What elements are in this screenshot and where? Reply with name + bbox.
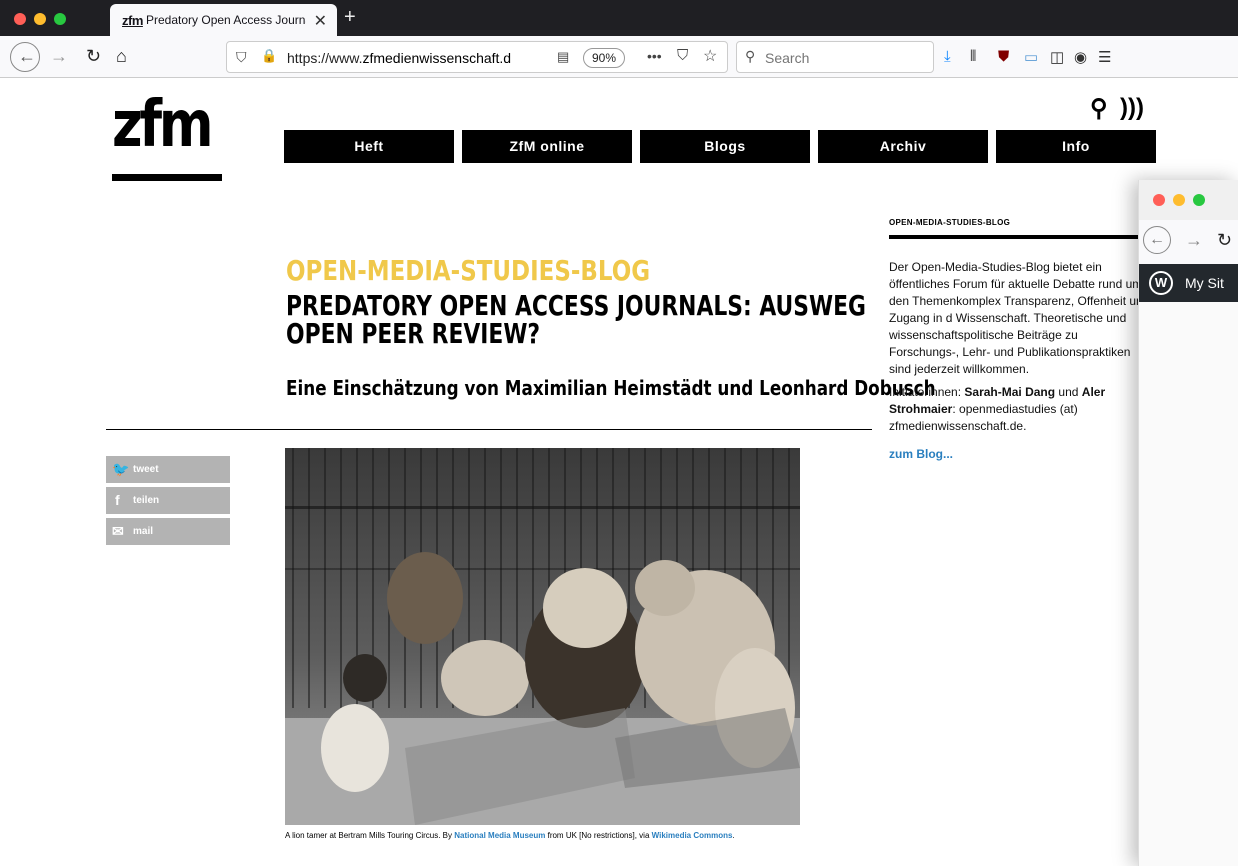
share-facebook-label: teilen [133,495,160,506]
search-bar[interactable]: ⚲ [736,41,934,73]
image-caption: A lion tamer at Bertram Mills Touring Ci… [285,831,845,841]
second-maximize-button[interactable] [1193,194,1205,206]
initiator-name-2-cont: Strohmaier [889,402,953,416]
article-kicker[interactable]: OPEN-MEDIA-STUDIES-BLOG [286,254,650,287]
maximize-window-button[interactable] [54,13,66,25]
second-forward-button[interactable]: → [1185,230,1203,251]
nav-archiv[interactable]: Archiv [818,130,988,163]
sidebar-icon[interactable]: ◫ [1050,48,1064,66]
search-input[interactable] [765,48,925,68]
library-icon[interactable]: ⫴ [970,48,976,65]
downloads-icon[interactable]: ⤓ [944,48,951,65]
url-text: https://www.zfmedienwissenschaft.d [287,50,512,66]
caption-link-national-media-museum[interactable]: National Media Museum [454,831,545,840]
blog-link[interactable]: zum Blog... [889,447,1149,461]
share-tweet-label: tweet [133,464,159,475]
notes-extension-icon[interactable]: ▭ [1024,48,1038,66]
search-icon: ⚲ [745,48,756,64]
article-subtitle: Eine Einschätzung von Maximilian Heimstä… [286,376,936,400]
second-close-button[interactable] [1153,194,1165,206]
lion-tamer-photo [285,448,800,825]
wordpress-icon[interactable]: W [1149,271,1173,295]
reload-button[interactable]: ↻ [86,46,101,66]
new-tab-icon[interactable]: + [344,6,356,29]
sidebar: OPEN-MEDIA-STUDIES-BLOG Der Open-Media-S… [889,218,1149,461]
forward-button[interactable]: → [50,46,68,66]
second-minimize-button[interactable] [1173,194,1185,206]
caption-text: A lion tamer at Bertram Mills Touring Ci… [285,831,455,840]
site-favicon-icon: zfm [122,13,143,28]
divider [106,429,872,430]
sidebar-description: Der Open-Media-Studies-Blog bietet ein ö… [889,260,1150,376]
browser-tab-active[interactable]: zfm Predatory Open Access Journa ✕ [110,4,337,36]
caption-link-wikimedia-commons[interactable]: Wikimedia Commons [652,831,733,840]
zoom-indicator[interactable]: 90% [583,48,625,68]
initiators-label: Initiatorinnen: [889,385,965,399]
webpage: zfm ⚲ ))) Heft ZfM online Blogs Archiv I… [0,78,1238,866]
initiators-and: und [1055,385,1082,399]
second-browser-window[interactable]: ← → ↻ W My Sit [1138,180,1238,866]
share-facebook-button[interactable]: f teilen [106,487,230,514]
caption-text-middle: from UK [No restrictions], via [545,831,652,840]
pocket-icon[interactable]: ⛉ [677,47,688,64]
logo-text: zfm [112,88,213,162]
logo-underline [112,174,222,181]
nav-info[interactable]: Info [996,130,1156,163]
nav-blogs[interactable]: Blogs [640,130,810,163]
minimize-window-button[interactable] [34,13,46,25]
lock-icon[interactable]: 🔒 [261,48,277,64]
second-reload-button[interactable]: ↻ [1217,230,1232,251]
nav-zfm-online[interactable]: ZfM online [462,130,632,163]
menu-icon[interactable]: ☰ [1098,48,1111,66]
account-icon[interactable]: ◉ [1074,48,1087,66]
shield-icon[interactable]: ⛉ [236,49,247,66]
second-window-titlebar [1139,180,1238,220]
tab-bar: zfm Predatory Open Access Journa ✕ + [0,0,1238,36]
sidebar-initiators: Initiatorinnen: Sarah-Mai Dang und Aler … [889,384,1151,435]
title-line-1: PREDATORY OPEN ACCESS JOURNALS: AUSWEG [286,289,866,322]
initiator-name-1: Sarah-Mai Dang [964,385,1056,399]
nav-heft[interactable]: Heft [284,130,454,163]
second-back-button[interactable]: ← [1143,226,1171,254]
share-tweet-button[interactable]: 🐦 tweet [106,456,230,483]
address-bar[interactable]: ⛉ 🔒 https://www.zfmedienwissenschaft.d ▤… [226,41,728,73]
wordpress-admin-bar: W My Sit [1139,264,1238,302]
rss-icon[interactable]: ))) [1120,94,1144,122]
back-arrow-icon: ← [18,46,36,66]
my-site-link[interactable]: My Sit [1185,275,1224,291]
bookmark-star-icon[interactable]: ☆ [703,46,717,66]
ublock-extension-icon[interactable]: ⛊ [998,48,1009,65]
tab-title: Predatory Open Access Journa [146,13,306,27]
sidebar-rule [889,235,1149,239]
reader-view-icon[interactable]: ▤ [557,49,569,65]
twitter-icon: 🐦 [112,461,130,477]
page-actions-icon[interactable]: ••• [647,48,662,64]
share-mail-label: mail [133,526,154,537]
close-tab-icon[interactable]: ✕ [314,11,327,31]
initiator-name-2: Aler [1081,385,1106,399]
article-image [285,448,800,825]
mail-icon: ✉ [112,523,124,539]
sidebar-title: OPEN-MEDIA-STUDIES-BLOG [889,218,1011,227]
share-mail-button[interactable]: ✉ mail [106,518,230,545]
site-search-icon[interactable]: ⚲ [1090,94,1108,123]
second-window-toolbar: ← → ↻ [1139,220,1238,264]
close-window-button[interactable] [14,13,26,25]
site-logo[interactable]: zfm [108,88,224,186]
caption-text-end: . [732,831,735,840]
facebook-icon: f [115,492,120,508]
navigation-toolbar: ← → ↻ ⌂ ⛉ 🔒 https://www.zfmedienwissensc… [0,36,1238,78]
title-line-2: OPEN PEER REVIEW? [286,317,541,350]
article-title: PREDATORY OPEN ACCESS JOURNALS: AUSWEG O… [286,289,866,350]
back-button[interactable]: ← [10,42,40,72]
home-button[interactable]: ⌂ [116,46,127,66]
